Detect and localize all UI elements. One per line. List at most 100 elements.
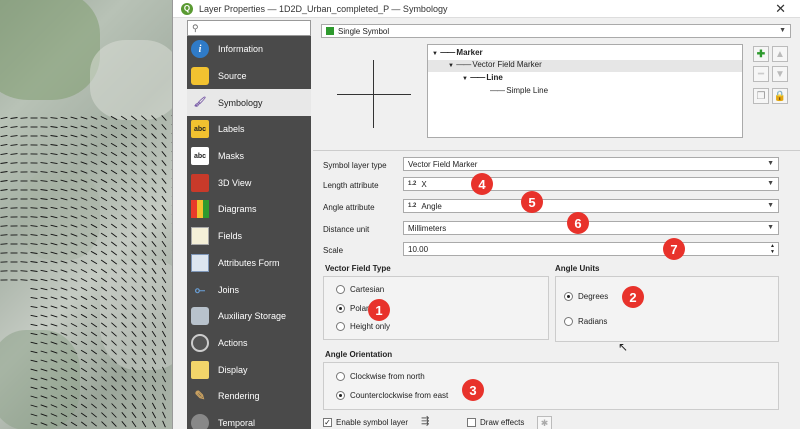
vector-stroke (90, 331, 98, 337)
data-defined-override-icon[interactable]: ⇶ (421, 416, 429, 427)
vector-stroke (121, 205, 127, 211)
vector-stroke (60, 314, 68, 318)
vector-stroke (60, 233, 68, 237)
sidebar-item-actions[interactable]: Actions (187, 330, 311, 357)
radio-polar[interactable]: Polar (336, 304, 369, 313)
draw-effects-checkbox[interactable]: Draw effects (467, 418, 524, 427)
vector-stroke (80, 161, 88, 165)
vector-stroke (161, 222, 167, 230)
radio-button[interactable] (336, 285, 345, 294)
angle-attribute-select[interactable]: 1.2 Angle ▼ (403, 199, 779, 213)
field-type-badge: 1.2 (408, 203, 417, 209)
vector-stroke (162, 402, 166, 410)
renderer-select[interactable]: Single Symbol ▼ (321, 24, 791, 38)
vector-stroke (141, 357, 147, 365)
vector-stroke (131, 349, 137, 355)
sidebar-item-source[interactable]: Source (187, 63, 311, 90)
sidebar-item-symbology[interactable]: 🖌 Symbology (187, 89, 311, 117)
sidebar-item-masks[interactable]: abc Masks (187, 143, 311, 170)
move-down-icon[interactable]: ▼ (772, 66, 788, 82)
tree-item-marker[interactable]: ▼ —— Marker (432, 48, 483, 57)
effects-star-icon[interactable]: ✱ (537, 416, 552, 429)
sidebar-item-3d-view[interactable]: 3D View (187, 169, 311, 196)
sidebar-item-display[interactable]: Display (187, 356, 311, 383)
nav-search-field[interactable]: ⚲ (187, 20, 311, 36)
angle-attribute-value: Angle (421, 201, 442, 211)
vector-stroke (130, 115, 138, 121)
length-attribute-select[interactable]: 1.2 X ▼ (403, 177, 779, 191)
tree-item-vector-field-marker[interactable]: ▼ —— Vector Field Marker (428, 60, 742, 72)
duplicate-layer-icon[interactable]: ❐ (753, 88, 769, 104)
sidebar-item-labels[interactable]: abc Labels (187, 116, 311, 143)
radio-button[interactable] (336, 372, 345, 381)
vector-stroke (70, 412, 78, 418)
radio-radians[interactable]: Radians (564, 317, 607, 326)
chevron-down-icon: ▼ (767, 180, 774, 187)
radio-cartesian[interactable]: Cartesian (336, 285, 384, 294)
radio-counterclockwise-from-east[interactable]: Counterclockwise from east (336, 391, 448, 400)
angle-orientation-group: Clockwise from north Counterclockwise fr… (323, 362, 779, 410)
distance-unit-select[interactable]: Millimeters ▼ (403, 221, 779, 235)
vector-stroke (80, 233, 88, 237)
renderer-icon (326, 27, 334, 35)
vector-stroke (141, 384, 147, 392)
vector-stroke (110, 133, 118, 139)
spin-arrows-icon[interactable]: ▲ ▼ (770, 243, 775, 255)
radio-button[interactable] (564, 292, 573, 301)
checkbox[interactable] (467, 418, 476, 427)
add-symbol-layer-icon[interactable]: ✚ (753, 46, 769, 62)
vector-stroke (161, 276, 167, 284)
radio-button[interactable] (336, 322, 345, 331)
close-icon[interactable]: ✕ (775, 1, 786, 17)
sidebar-item-rendering[interactable]: ✎ Rendering (187, 383, 311, 410)
vector-stroke (101, 340, 107, 346)
sidebar-item-fields[interactable]: Fields (187, 223, 311, 250)
remove-symbol-layer-icon[interactable]: ━ (753, 66, 769, 82)
vector-stroke (90, 179, 98, 183)
vector-stroke (111, 277, 117, 283)
scale-spinbox[interactable]: 10.00 ▲ ▼ (403, 242, 779, 256)
info-icon: i (191, 40, 209, 59)
vector-stroke (40, 162, 48, 164)
symbol-layer-tree[interactable]: ▼ —— Marker ▼ —— Vector Field Marker ▼ —… (427, 44, 743, 138)
vector-stroke (60, 260, 68, 264)
symbol-layer-type-select[interactable]: Vector Field Marker ▼ (403, 157, 779, 171)
sidebar-item-temporal[interactable]: Temporal (187, 410, 311, 429)
sidebar-item-information[interactable]: i Information (187, 36, 311, 63)
checkbox[interactable]: ✓ (323, 418, 332, 427)
tree-item-simple-line[interactable]: —— Simple Line (490, 86, 548, 95)
vector-stroke (141, 196, 147, 202)
vector-stroke (90, 394, 98, 400)
vector-stroke (90, 295, 98, 301)
vector-stroke (101, 358, 107, 364)
enable-symbol-layer-checkbox[interactable]: ✓ Enable symbol layer (323, 418, 408, 427)
radio-clockwise-from-north[interactable]: Clockwise from north (336, 372, 425, 381)
lock-icon[interactable]: 🔒 (772, 88, 788, 104)
radio-height-only[interactable]: Height only (336, 322, 390, 331)
vector-stroke (121, 385, 127, 391)
sidebar-item-joins[interactable]: ⟜ Joins (187, 276, 311, 303)
vector-stroke (0, 134, 8, 138)
sidebar-item-auxiliary-storage[interactable]: Auxiliary Storage (187, 303, 311, 330)
sidebar-item-attributes-form[interactable]: Attributes Form (187, 250, 311, 277)
vector-stroke (100, 152, 108, 156)
radio-button[interactable] (336, 391, 345, 400)
radio-button[interactable] (564, 317, 573, 326)
sidebar-item-diagrams[interactable]: Diagrams (187, 196, 311, 223)
vector-stroke (121, 358, 127, 364)
vector-stroke (80, 394, 88, 400)
vector-stroke (141, 223, 147, 229)
move-up-icon[interactable]: ▲ (772, 46, 788, 62)
vector-stroke (40, 144, 48, 146)
tree-item-line[interactable]: ▼ —— Line (462, 73, 503, 82)
radio-degrees[interactable]: Degrees (564, 292, 608, 301)
vector-stroke (50, 296, 58, 300)
vector-stroke (161, 249, 167, 257)
vector-stroke (131, 160, 137, 166)
vector-stroke (20, 261, 28, 263)
temporal-icon (191, 413, 209, 429)
vector-stroke (151, 276, 157, 284)
vector-stroke (50, 395, 58, 399)
radio-button[interactable] (336, 304, 345, 313)
vector-stroke (60, 305, 68, 309)
